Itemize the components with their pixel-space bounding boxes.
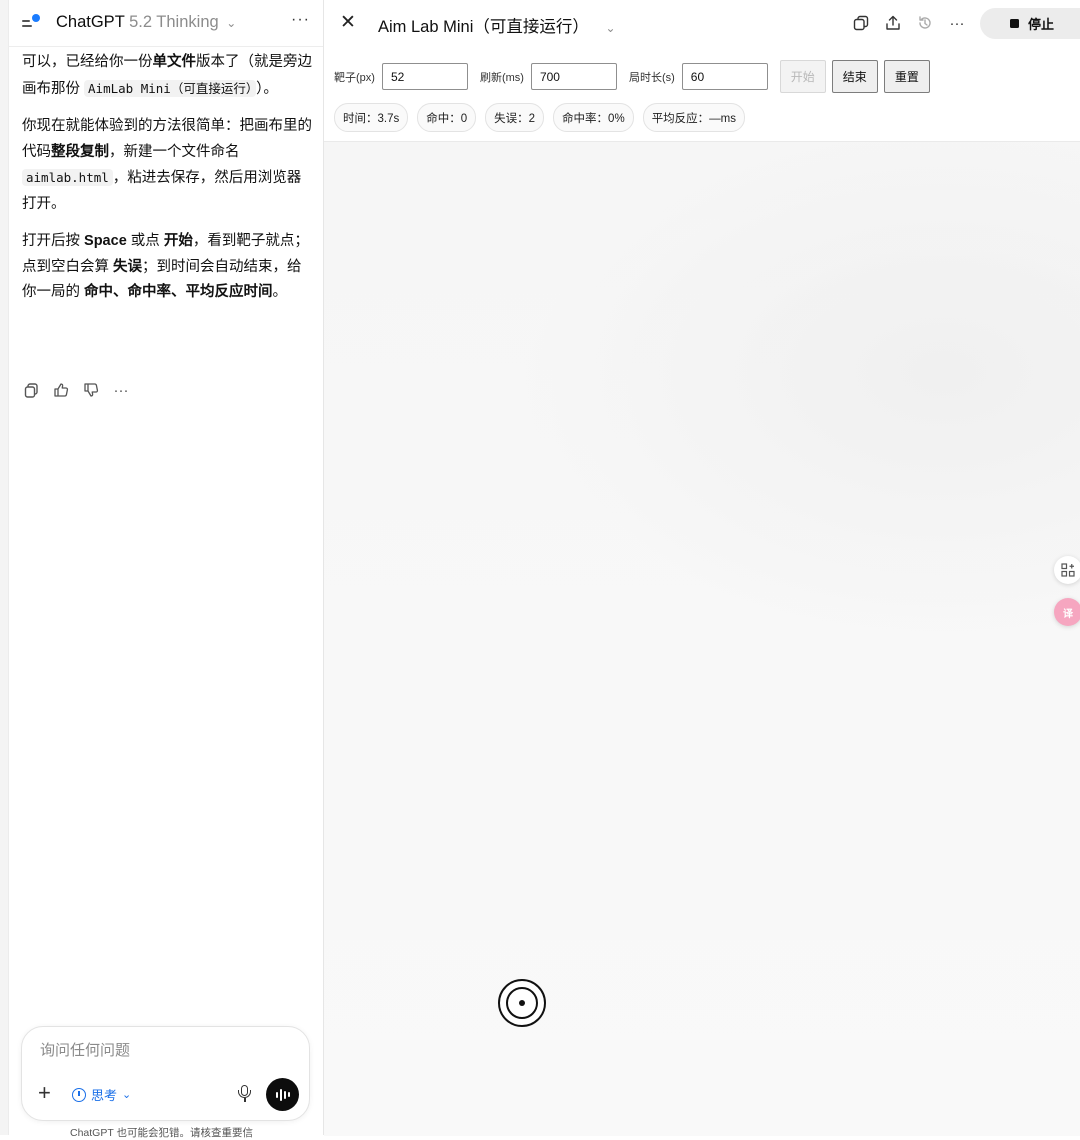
copy-icon[interactable] bbox=[852, 14, 870, 32]
more-icon[interactable]: ··· bbox=[948, 14, 966, 32]
voice-mode-icon[interactable] bbox=[266, 1078, 299, 1111]
reset-button[interactable]: 重置 bbox=[883, 60, 930, 93]
message-bold: 失误 bbox=[113, 258, 143, 275]
assistant-message: 可以，已经给你一份单文件版本了（就是旁边画布那份 AimLab Mini（可直接… bbox=[22, 50, 312, 318]
history-icon[interactable] bbox=[916, 14, 934, 32]
sidebar-edge[interactable] bbox=[0, 0, 9, 1135]
target-size-input[interactable] bbox=[381, 63, 468, 90]
canvas-title[interactable]: Aim Lab Mini（可直接运行） ⌄ bbox=[378, 13, 616, 37]
sidebar-toggle-icon[interactable] bbox=[22, 14, 44, 32]
microphone-icon[interactable] bbox=[236, 1083, 254, 1105]
refresh-label: 刷新(ms) bbox=[479, 71, 524, 84]
thumbs-down-icon[interactable] bbox=[82, 380, 100, 400]
message-paragraph: 可以，已经给你一份单文件版本了（就是旁边画布那份 AimLab Mini（可直接… bbox=[22, 50, 312, 102]
duration-label: 局时长(s) bbox=[628, 71, 675, 84]
message-text: 。 bbox=[272, 284, 288, 300]
thumbs-up-icon[interactable] bbox=[52, 380, 70, 400]
message-bold: 整段复制 bbox=[51, 143, 109, 160]
canvas-title-text: Aim Lab Mini（可直接运行） bbox=[378, 18, 589, 36]
game-controls: 靶子(px) 刷新(ms) 局时长(s) 开始 结束 重置 bbox=[334, 60, 936, 93]
copy-icon[interactable] bbox=[22, 380, 40, 400]
message-text: 或点 bbox=[126, 233, 164, 249]
stat-hits: 命中：0 bbox=[417, 103, 477, 132]
chevron-down-icon: ⌄ bbox=[226, 16, 237, 30]
canvas-header: ✕ Aim Lab Mini（可直接运行） ⌄ ··· 停止 bbox=[324, 0, 1080, 46]
chevron-down-icon: ⌄ bbox=[605, 21, 616, 35]
stats-bar: 时间：3.7s 命中：0 失误：2 命中率：0% 平均反应：—ms bbox=[334, 103, 746, 132]
message-text: ，新建一个文件命名 bbox=[109, 143, 240, 160]
message-bold: 开始 bbox=[163, 233, 193, 249]
more-icon[interactable]: ··· bbox=[291, 11, 310, 29]
stat-time: 时间：3.7s bbox=[334, 103, 409, 132]
chat-pane: ChatGPT 5.2 Thinking ⌄ ··· 可以，已经给你一份单文件版… bbox=[0, 0, 324, 1139]
message-paragraph: 打开后按 Space 或点 开始，看到靶子就点；点到空白会算 失误；到时间会自动… bbox=[22, 229, 312, 306]
message-text: ）。 bbox=[256, 80, 278, 97]
stop-button[interactable]: 停止 bbox=[980, 8, 1080, 39]
more-icon[interactable]: ··· bbox=[112, 380, 130, 400]
message-bold: Space bbox=[84, 233, 127, 249]
model-selector[interactable]: ChatGPT 5.2 Thinking ⌄ bbox=[56, 13, 236, 32]
stat-misses: 失误：2 bbox=[485, 103, 545, 132]
message-text: 可以，已经给你一份 bbox=[22, 54, 153, 70]
canvas-pane: ✕ Aim Lab Mini（可直接运行） ⌄ ··· 停止 靶子(px) 刷新… bbox=[324, 0, 1080, 1136]
think-label: 思考 bbox=[91, 1088, 118, 1103]
composer: + 思考 ⌄ bbox=[21, 1026, 310, 1121]
chevron-down-icon: ⌄ bbox=[122, 1089, 132, 1101]
close-icon[interactable]: ✕ bbox=[340, 11, 356, 34]
plus-icon[interactable]: + bbox=[38, 1082, 51, 1104]
target-icon[interactable] bbox=[498, 979, 546, 1027]
end-button[interactable]: 结束 bbox=[831, 60, 878, 93]
stat-hit-rate: 命中率：0% bbox=[553, 103, 634, 132]
start-button[interactable]: 开始 bbox=[779, 60, 826, 93]
chat-header: ChatGPT 5.2 Thinking ⌄ ··· bbox=[8, 0, 323, 47]
timer-icon bbox=[72, 1087, 86, 1102]
stat-avg-reaction: 平均反应：—ms bbox=[642, 103, 746, 132]
duration-input[interactable] bbox=[681, 63, 768, 90]
game-arena[interactable] bbox=[324, 141, 1080, 1136]
canvas-header-actions: ··· bbox=[852, 14, 966, 32]
disclaimer: ChatGPT 也可能会犯错。请核查重要信 bbox=[70, 1127, 253, 1139]
stop-label: 停止 bbox=[1028, 17, 1055, 32]
message-paragraph: 你现在就能体验到的方法很简单：把画布里的代码整段复制，新建一个文件命名 aiml… bbox=[22, 114, 312, 217]
target-size-label: 靶子(px) bbox=[334, 71, 375, 84]
message-bold: 命中、命中率、平均反应时间 bbox=[84, 284, 273, 300]
think-mode-button[interactable]: 思考 ⌄ bbox=[72, 1085, 131, 1104]
message-bold: 单文件 bbox=[152, 54, 197, 70]
stop-icon bbox=[1010, 19, 1019, 28]
model-variant: 5.2 Thinking bbox=[129, 13, 219, 31]
message-text: 打开后按 bbox=[22, 233, 85, 249]
message-actions: ··· bbox=[22, 380, 130, 400]
model-brand: ChatGPT bbox=[56, 13, 125, 31]
share-icon[interactable] bbox=[884, 14, 902, 32]
refresh-input[interactable] bbox=[530, 63, 617, 90]
translate-icon[interactable]: 译 bbox=[1054, 598, 1080, 626]
inline-code: AimLab Mini（可直接运行） bbox=[84, 79, 257, 97]
inline-code: aimlab.html bbox=[22, 169, 113, 186]
prompt-input[interactable] bbox=[40, 1042, 290, 1059]
apps-icon[interactable] bbox=[1054, 556, 1080, 584]
